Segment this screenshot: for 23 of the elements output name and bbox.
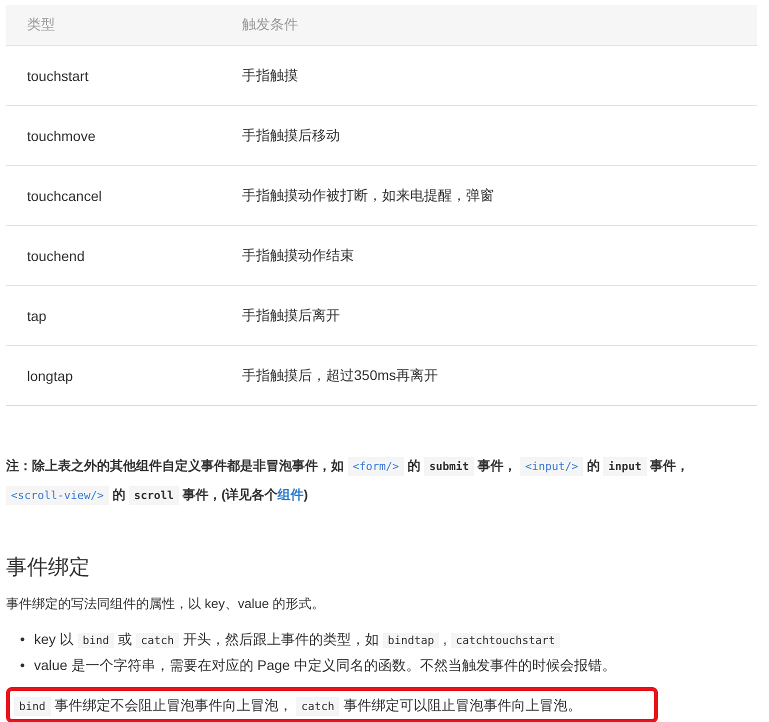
table-cell-text: 手指触摸后离开	[241, 306, 341, 324]
section-heading: 事件绑定	[6, 555, 91, 581]
table-cell-text: touchstart	[26, 68, 90, 84]
highlighted-paragraph: bind 事件绑定不会阻止冒泡事件向上冒泡， catch 事件绑定可以阻止冒泡事件向上冒泡。	[6, 687, 658, 722]
column-header: 类型	[26, 16, 56, 34]
table-cell-text: 手指触摸后移动	[241, 126, 341, 144]
bullet-marker: •	[20, 630, 26, 649]
table-cell-text: touchmove	[26, 128, 96, 144]
table-cell-text: 手指触摸动作结束	[241, 246, 355, 264]
table-cell-text: tap	[26, 308, 48, 324]
column-header: 触发条件	[241, 16, 299, 34]
table-cell-text: longtap	[26, 368, 74, 384]
bullet-marker: •	[20, 656, 26, 675]
bullet-item: key 以 bind 或 catch 开头，然后跟上事件的类型，如 bindtap , catchtouchstart	[34, 627, 560, 653]
table-cell-text: 手指触摸后，超过350ms再离开	[241, 366, 440, 384]
bullet-item: value 是一个字符串，需要在对应的 Page 中定义同名的函数。不然当触发事件的时候会报错。	[34, 656, 616, 675]
table-cell-text: 手指触摸动作被打断，如来电提醒，弹窗	[241, 186, 495, 204]
components-link[interactable]: 组件	[278, 487, 304, 502]
table-cell-text: 手指触摸	[241, 66, 299, 84]
intro-paragraph: 事件绑定的写法同组件的属性，以 key、value 的形式。	[6, 595, 326, 613]
table-cell-text: touchend	[26, 248, 86, 264]
table-cell-text: touchcancel	[26, 188, 103, 204]
note-paragraph: 注：除上表之外的其他组件自定义事件都是非冒泡事件，如 <form/> 的 submit 事件， <input/> 的 input 事件， <scroll-view/> 的 scroll 事件，(详见各个组件)	[6, 452, 696, 510]
